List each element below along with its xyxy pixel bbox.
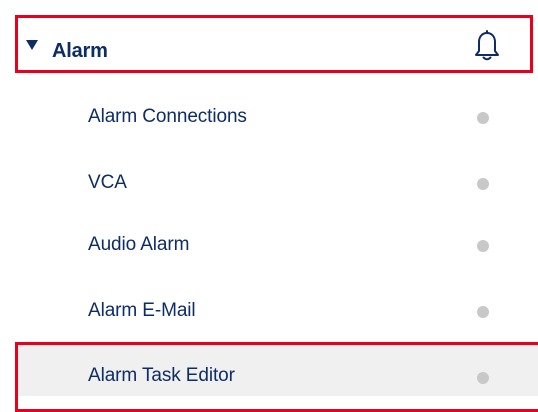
menu-item-alarm-connections[interactable]: Alarm Connections — [0, 92, 538, 142]
bell-icon[interactable] — [474, 30, 500, 62]
menu-item-label: VCA — [88, 172, 127, 193]
menu-item-audio-alarm[interactable]: Audio Alarm — [0, 220, 538, 270]
alarm-section-title[interactable]: Alarm — [52, 38, 108, 64]
status-dot-icon — [477, 112, 489, 124]
status-dot-icon — [477, 178, 489, 190]
status-dot-icon — [477, 240, 489, 252]
menu-item-label: Alarm Connections — [88, 106, 247, 127]
menu-item-label: Audio Alarm — [88, 234, 190, 255]
menu-item-label: Alarm E-Mail — [88, 300, 196, 321]
caret-down-icon[interactable] — [26, 40, 38, 50]
alarm-navigation-panel: Alarm Alarm Connections VCA Audio Alarm … — [0, 0, 538, 412]
menu-item-vca[interactable]: VCA — [0, 158, 538, 208]
status-dot-icon — [477, 372, 489, 384]
menu-item-alarm-task-editor[interactable]: Alarm Task Editor — [18, 345, 538, 396]
menu-item-label: Alarm Task Editor — [88, 365, 235, 386]
menu-item-alarm-email[interactable]: Alarm E-Mail — [0, 286, 538, 336]
status-dot-icon — [477, 306, 489, 318]
